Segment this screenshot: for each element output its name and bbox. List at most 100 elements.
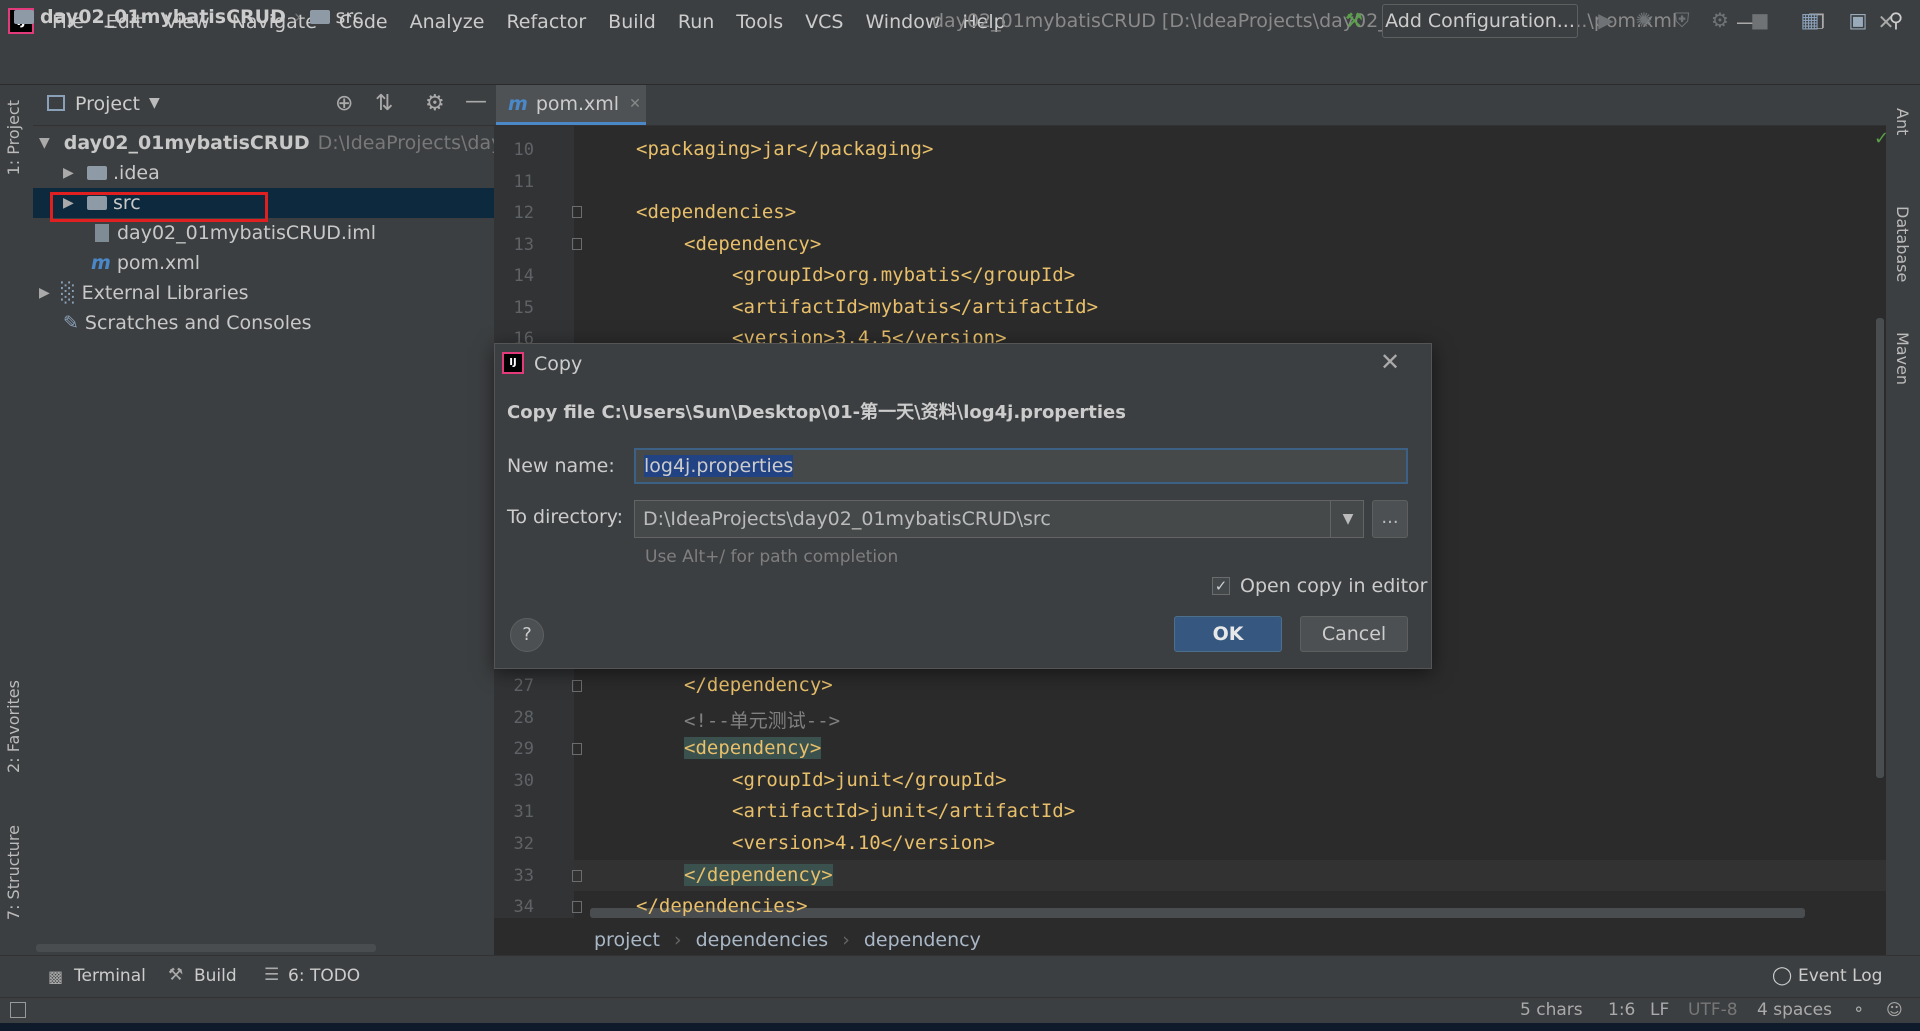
project-structure-icon[interactable]: ▦ xyxy=(1798,8,1822,32)
fold-marker-icon[interactable] xyxy=(572,743,582,755)
breadcrumb-separator-icon: › xyxy=(293,6,302,28)
breadcrumb-item[interactable]: project xyxy=(594,929,660,951)
tab-maven[interactable]: Maven xyxy=(1893,332,1912,385)
tab-event-log[interactable]: Event Log xyxy=(1798,966,1882,986)
collapse-all-icon[interactable]: ⇅ xyxy=(375,91,393,116)
stop-icon[interactable]: ■ xyxy=(1748,8,1772,32)
collapsed-arrow-icon[interactable]: ▶ xyxy=(63,165,77,181)
tab-structure[interactable]: 7: Structure xyxy=(4,825,23,920)
inspector-icon[interactable]: ☺ xyxy=(1886,1000,1903,1019)
tree-item-scratches[interactable]: ✎ Scratches and Consoles xyxy=(33,308,494,338)
fold-marker-icon[interactable] xyxy=(572,901,582,913)
build-hammer-icon[interactable]: ⚒ xyxy=(1342,8,1366,32)
scratches-icon: ✎ xyxy=(63,312,79,334)
to-directory-combobox[interactable]: D:\IdeaProjects\day02_01mybatisCRUD\src xyxy=(634,500,1364,538)
debug-icon[interactable]: ✺ xyxy=(1632,8,1656,32)
tab-favorites[interactable]: 2: Favorites xyxy=(4,680,23,773)
editor-breadcrumb: project › dependencies › dependency xyxy=(494,924,1886,956)
tree-item-idea[interactable]: ▶ .idea xyxy=(33,158,494,188)
run-icon[interactable]: ▶ xyxy=(1594,8,1618,32)
code-line: <artifactId>junit</artifactId> xyxy=(732,800,1076,822)
menu-vcs[interactable]: VCS xyxy=(805,11,843,33)
project-view-icon xyxy=(47,95,65,111)
project-view-title[interactable]: Project xyxy=(75,93,140,115)
fold-marker-icon[interactable] xyxy=(572,238,582,250)
tree-item-path: D:\IdeaProjects\day02_ xyxy=(317,132,494,154)
profile-icon[interactable]: ⚙ xyxy=(1708,8,1732,32)
cancel-button[interactable]: Cancel xyxy=(1300,616,1408,652)
lock-icon[interactable]: ⚬ xyxy=(1852,1000,1865,1019)
project-horizontal-scrollbar[interactable] xyxy=(36,944,376,952)
terminal-icon: ▩ xyxy=(48,967,64,986)
new-name-input[interactable]: log4j.properties xyxy=(634,448,1408,484)
chevron-down-icon[interactable]: ▼ xyxy=(1330,500,1365,538)
breadcrumb-item[interactable]: dependency xyxy=(864,929,981,951)
terminal-toggle-icon[interactable]: ▣ xyxy=(1846,8,1870,32)
expanded-arrow-icon[interactable]: ▼ xyxy=(39,135,50,151)
hide-panel-icon[interactable]: — xyxy=(465,89,487,114)
to-directory-label: To directory: xyxy=(507,506,624,528)
breadcrumb-item[interactable]: dependencies xyxy=(696,929,829,951)
open-copy-checkbox[interactable]: ✓ xyxy=(1212,577,1230,595)
close-tab-icon[interactable]: ✕ xyxy=(629,96,641,112)
menu-window[interactable]: Window xyxy=(865,11,940,33)
tab-todo[interactable]: 6: TODO xyxy=(288,966,360,986)
line-separator[interactable]: LF xyxy=(1650,1000,1669,1020)
locate-icon[interactable]: ⊕ xyxy=(335,91,353,116)
project-panel-header: Project ▼ ⊕ ⇅ ⚙ — xyxy=(33,85,494,126)
status-bar: 5 chars 1:6 LF UTF-8 4 spaces ⚬ ☺ xyxy=(0,997,1920,1024)
gear-icon[interactable]: ⚙ xyxy=(425,91,445,116)
collapsed-arrow-icon[interactable]: ▶ xyxy=(39,285,53,301)
code-line: <groupId>junit</groupId> xyxy=(732,769,1007,791)
coverage-icon[interactable]: ⛨ xyxy=(1670,8,1694,32)
fold-marker-icon[interactable] xyxy=(572,870,582,882)
line-number: 15 xyxy=(513,298,534,318)
tab-project[interactable]: 1: Project xyxy=(4,100,23,175)
chevron-down-icon[interactable]: ▼ xyxy=(149,95,160,111)
copy-message: Copy file C:\Users\Sun\Desktop\01-第一天\资料… xyxy=(507,402,1126,423)
fold-marker-icon[interactable] xyxy=(572,680,582,692)
close-icon[interactable]: ✕ xyxy=(1380,348,1400,376)
breadcrumb: day02_01mybatisCRUD › src xyxy=(14,6,363,28)
help-button[interactable]: ? xyxy=(510,618,544,652)
line-number: 28 xyxy=(513,708,534,728)
browse-button[interactable]: ... xyxy=(1372,500,1408,538)
path-completion-hint: Use Alt+/ for path completion xyxy=(645,547,899,567)
line-number: 31 xyxy=(513,802,534,822)
tree-item-external-libraries[interactable]: ▶ ░ External Libraries xyxy=(33,278,494,308)
highlight-annotation-box xyxy=(50,192,268,222)
open-copy-label[interactable]: Open copy in editor xyxy=(1240,575,1427,597)
editor-vertical-scrollbar[interactable] xyxy=(1876,318,1884,778)
breadcrumb-project[interactable]: day02_01mybatisCRUD xyxy=(40,6,286,28)
breadcrumb-folder[interactable]: src xyxy=(336,6,364,28)
build-icon: ⚒ xyxy=(168,965,184,985)
tab-pom-xml[interactable]: m pom.xml ✕ xyxy=(496,85,646,125)
caret-position[interactable]: 1:6 xyxy=(1608,1000,1635,1020)
tab-ant[interactable]: Ant xyxy=(1893,108,1912,135)
tab-terminal[interactable]: Terminal xyxy=(74,966,146,986)
fold-marker-icon[interactable] xyxy=(572,206,582,218)
code-line: <dependency> xyxy=(684,233,822,255)
line-number: 11 xyxy=(513,172,534,192)
indent-setting[interactable]: 4 spaces xyxy=(1757,1000,1832,1020)
tree-item-project-root[interactable]: ▼ day02_01mybatisCRUD D:\IdeaProjects\da… xyxy=(33,128,494,158)
toggle-tool-windows-icon[interactable] xyxy=(10,1002,26,1018)
menu-analyze[interactable]: Analyze xyxy=(410,11,485,33)
editor-tab-bar xyxy=(494,85,1886,126)
code-line: </dependencies> xyxy=(636,895,808,917)
file-encoding[interactable]: UTF-8 xyxy=(1688,1000,1738,1020)
tab-database[interactable]: Database xyxy=(1893,206,1912,282)
line-number: 10 xyxy=(513,140,534,160)
menu-run[interactable]: Run xyxy=(678,11,714,33)
search-everywhere-icon[interactable]: ⚲ xyxy=(1884,8,1908,32)
add-configuration-button[interactable]: Add Configuration... xyxy=(1382,4,1578,38)
tree-item-label: Scratches and Consoles xyxy=(84,312,312,334)
tree-item-pom[interactable]: m pom.xml xyxy=(33,248,494,278)
code-line: </dependency> xyxy=(684,674,833,696)
ok-button[interactable]: OK xyxy=(1174,616,1282,652)
tree-item-iml[interactable]: day02_01mybatisCRUD.iml xyxy=(33,218,494,248)
menu-build[interactable]: Build xyxy=(608,11,656,33)
tab-build[interactable]: Build xyxy=(194,966,237,986)
menu-tools[interactable]: Tools xyxy=(736,11,783,33)
menu-refactor[interactable]: Refactor xyxy=(506,11,586,33)
